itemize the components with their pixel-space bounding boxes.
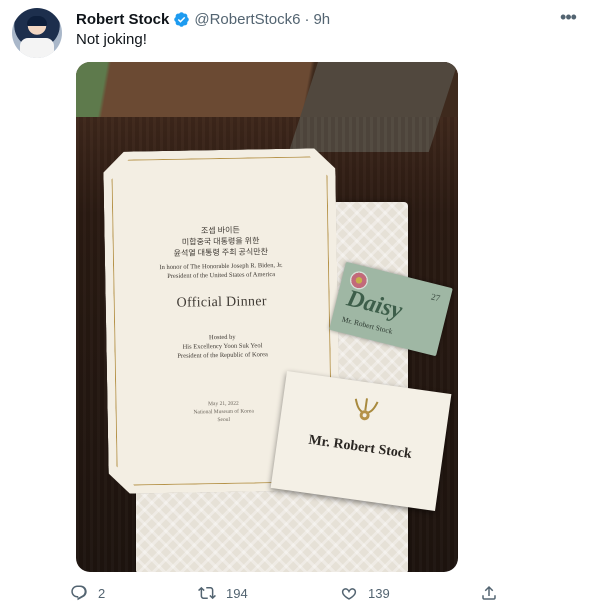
tweet-actions: 2 194 139 bbox=[70, 584, 510, 608]
heart-icon bbox=[341, 588, 357, 600]
retweet-count: 194 bbox=[226, 585, 248, 601]
menu-hosted-text: Hosted by His Excellency Yoon Suk Yeol P… bbox=[106, 331, 338, 362]
retweet-icon bbox=[198, 586, 216, 600]
separator-dot: · bbox=[304, 10, 310, 28]
tweet-header: Robert Stock @RobertStock6 · 9h bbox=[76, 9, 330, 29]
table-number: 27 bbox=[430, 291, 442, 304]
photo-place-card: Mr. Robert Stock bbox=[270, 371, 452, 511]
reply-button[interactable]: 2 bbox=[70, 584, 105, 602]
author-handle[interactable]: @RobertStock6 bbox=[194, 11, 300, 28]
author-name[interactable]: Robert Stock bbox=[76, 11, 169, 28]
tweet-photo[interactable]: 조셉 바이든 미합중국 대통령을 위한 윤석열 대통령 주최 공식만찬 In h… bbox=[76, 62, 458, 572]
tweet-text: Not joking! bbox=[76, 31, 147, 48]
gold-emblem-icon bbox=[354, 398, 379, 421]
retweet-button[interactable]: 194 bbox=[198, 584, 248, 602]
menu-korean-text: 조셉 바이든 미합중국 대통령을 위한 윤석열 대통령 주최 공식만찬 bbox=[104, 223, 337, 260]
share-button[interactable] bbox=[480, 584, 508, 602]
share-icon bbox=[482, 585, 496, 600]
place-card-guest: Mr. Robert Stock bbox=[307, 432, 413, 463]
avatar-cap bbox=[27, 16, 47, 26]
verified-badge-icon bbox=[173, 11, 190, 28]
avatar-jersey bbox=[20, 38, 54, 58]
avatar[interactable] bbox=[12, 8, 62, 58]
reply-count: 2 bbox=[98, 585, 106, 601]
more-icon[interactable]: ••• bbox=[558, 7, 578, 27]
like-count: 139 bbox=[368, 585, 390, 601]
tweet-timestamp[interactable]: 9h bbox=[313, 11, 330, 28]
like-button[interactable]: 139 bbox=[340, 584, 390, 602]
reply-icon bbox=[71, 585, 87, 601]
